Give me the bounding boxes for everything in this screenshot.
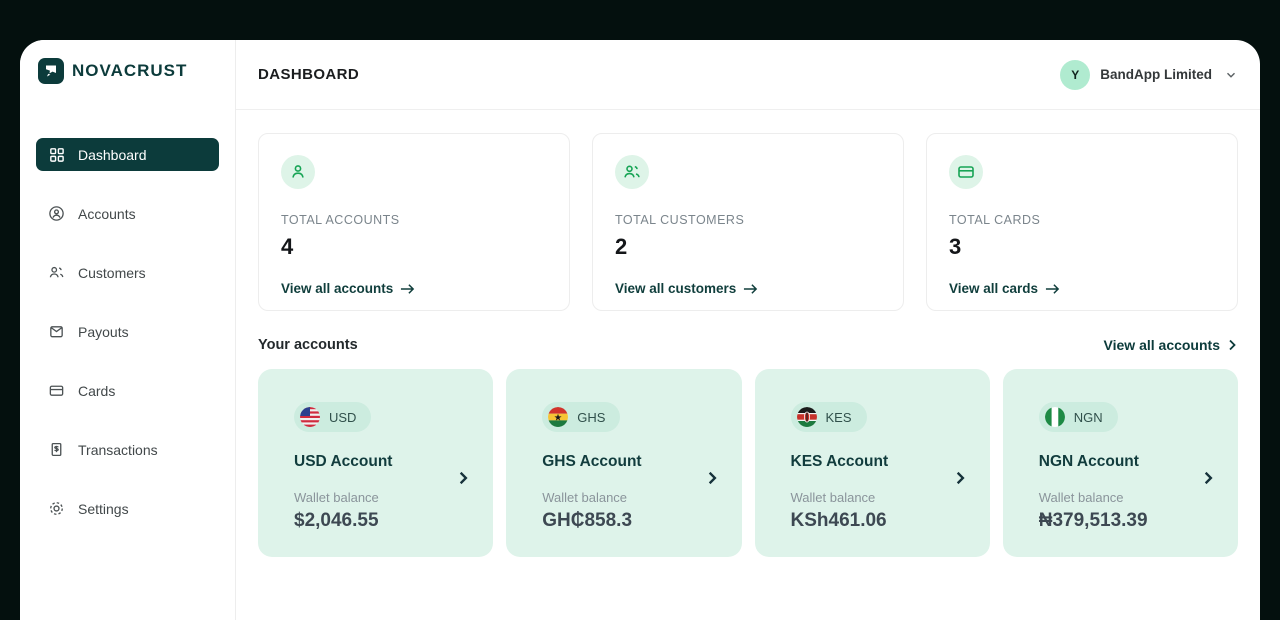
sidebar-item-payouts[interactable]: Payouts: [36, 315, 219, 348]
sidebar-item-settings[interactable]: Settings: [36, 492, 219, 525]
account-card-kes[interactable]: KES KES Account Wallet balance KSh461.06: [755, 369, 990, 557]
stat-link-label: View all customers: [615, 281, 736, 296]
page-header: DASHBOARD Y BandApp Limited: [236, 40, 1260, 110]
chevron-right-icon: [1226, 339, 1238, 351]
receipt-icon: [48, 441, 65, 458]
sidebar-item-label: Payouts: [78, 324, 129, 340]
stat-label: TOTAL ACCOUNTS: [281, 213, 547, 227]
sidebar-item-customers[interactable]: Customers: [36, 256, 219, 289]
currency-pill: KES: [791, 402, 867, 432]
currency-code: KES: [826, 410, 852, 425]
account-cards-row: USD USD Account Wallet balance $2,046.55: [258, 369, 1238, 557]
credit-card-icon: [949, 155, 983, 189]
sidebar: NOVACRUST Dashboard: [20, 40, 236, 620]
view-all-accounts-link-right[interactable]: View all accounts: [1104, 337, 1238, 353]
stat-card-total-accounts: TOTAL ACCOUNTS 4 View all accounts: [258, 133, 570, 311]
stat-label: TOTAL CARDS: [949, 213, 1215, 227]
account-name: NGN Account: [1039, 453, 1202, 471]
chevron-right-icon[interactable]: [705, 471, 719, 485]
dashboard-content: TOTAL ACCOUNTS 4 View all accounts: [236, 110, 1260, 557]
arrow-right-icon: [400, 283, 415, 295]
currency-pill: GHS: [542, 402, 620, 432]
wallet-balance-value: KSh461.06: [791, 510, 954, 532]
sidebar-item-label: Accounts: [78, 206, 136, 222]
sidebar-item-dashboard[interactable]: Dashboard: [36, 138, 219, 171]
avatar: Y: [1060, 60, 1090, 90]
view-all-label: View all accounts: [1104, 337, 1220, 353]
chevron-right-icon[interactable]: [1201, 471, 1215, 485]
account-name: KES Account: [791, 453, 954, 471]
chevron-right-icon[interactable]: [456, 471, 470, 485]
chevron-right-icon[interactable]: [953, 471, 967, 485]
currency-pill: NGN: [1039, 402, 1118, 432]
sidebar-item-accounts[interactable]: Accounts: [36, 197, 219, 230]
org-name: BandApp Limited: [1100, 67, 1212, 82]
stat-value: 2: [615, 234, 881, 260]
arrow-right-icon: [1045, 283, 1060, 295]
app-window: NOVACRUST Dashboard: [20, 40, 1260, 620]
currency-code: USD: [329, 410, 356, 425]
credit-card-icon: [48, 382, 65, 399]
sidebar-item-label: Transactions: [78, 442, 158, 458]
main-area: DASHBOARD Y BandApp Limited: [236, 40, 1260, 620]
brand-logo: NOVACRUST: [36, 58, 219, 84]
wallet-balance-label: Wallet balance: [294, 490, 457, 505]
stat-card-total-customers: TOTAL CUSTOMERS 2 View all customers: [592, 133, 904, 311]
sidebar-item-label: Dashboard: [78, 147, 147, 163]
chevron-down-icon: [1224, 68, 1238, 82]
gear-icon: [48, 500, 65, 517]
wallet-balance-value: $2,046.55: [294, 510, 457, 532]
account-name: GHS Account: [542, 453, 705, 471]
currency-code: GHS: [577, 410, 605, 425]
us-flag-icon: [300, 407, 320, 427]
wallet-balance-label: Wallet balance: [791, 490, 954, 505]
sidebar-item-label: Customers: [78, 265, 146, 281]
brand-name: NOVACRUST: [72, 61, 187, 81]
stat-link-label: View all accounts: [281, 281, 393, 296]
kenya-flag-icon: [797, 407, 817, 427]
wallet-balance-value: ₦379,513.39: [1039, 510, 1202, 532]
account-switcher[interactable]: Y BandApp Limited: [1060, 60, 1238, 90]
sidebar-nav: Dashboard Accounts: [36, 138, 219, 525]
grid-icon: [48, 146, 65, 163]
account-card-ngn[interactable]: NGN NGN Account Wallet balance ₦379,513.…: [1003, 369, 1238, 557]
envelope-icon: [48, 323, 65, 340]
section-title: Your accounts: [258, 337, 358, 353]
sidebar-item-label: Cards: [78, 383, 115, 399]
account-card-usd[interactable]: USD USD Account Wallet balance $2,046.55: [258, 369, 493, 557]
wallet-balance-label: Wallet balance: [542, 490, 705, 505]
wallet-balance-value: GH₵858.3: [542, 510, 705, 532]
view-all-customers-link[interactable]: View all customers: [615, 281, 758, 296]
view-all-cards-link[interactable]: View all cards: [949, 281, 1060, 296]
stat-link-label: View all cards: [949, 281, 1038, 296]
account-name: USD Account: [294, 453, 457, 471]
people-icon: [48, 264, 65, 281]
stat-card-total-cards: TOTAL CARDS 3 View all cards: [926, 133, 1238, 311]
stat-label: TOTAL CUSTOMERS: [615, 213, 881, 227]
sidebar-item-label: Settings: [78, 501, 129, 517]
stat-value: 3: [949, 234, 1215, 260]
wallet-balance-label: Wallet balance: [1039, 490, 1202, 505]
view-all-accounts-link[interactable]: View all accounts: [281, 281, 415, 296]
page-title: DASHBOARD: [258, 66, 359, 83]
arrow-right-icon: [743, 283, 758, 295]
stats-row: TOTAL ACCOUNTS 4 View all accounts: [258, 133, 1238, 311]
your-accounts-header: Your accounts View all accounts: [258, 337, 1238, 353]
sidebar-item-cards[interactable]: Cards: [36, 374, 219, 407]
sidebar-item-transactions[interactable]: Transactions: [36, 433, 219, 466]
currency-code: NGN: [1074, 410, 1103, 425]
nigeria-flag-icon: [1045, 407, 1065, 427]
account-card-ghs[interactable]: GHS GHS Account Wallet balance GH₵858.3: [506, 369, 741, 557]
novacrust-flag-icon: [38, 58, 64, 84]
stat-value: 4: [281, 234, 547, 260]
people-icon: [615, 155, 649, 189]
person-circle-icon: [48, 205, 65, 222]
currency-pill: USD: [294, 402, 371, 432]
ghana-flag-icon: [548, 407, 568, 427]
person-icon: [281, 155, 315, 189]
